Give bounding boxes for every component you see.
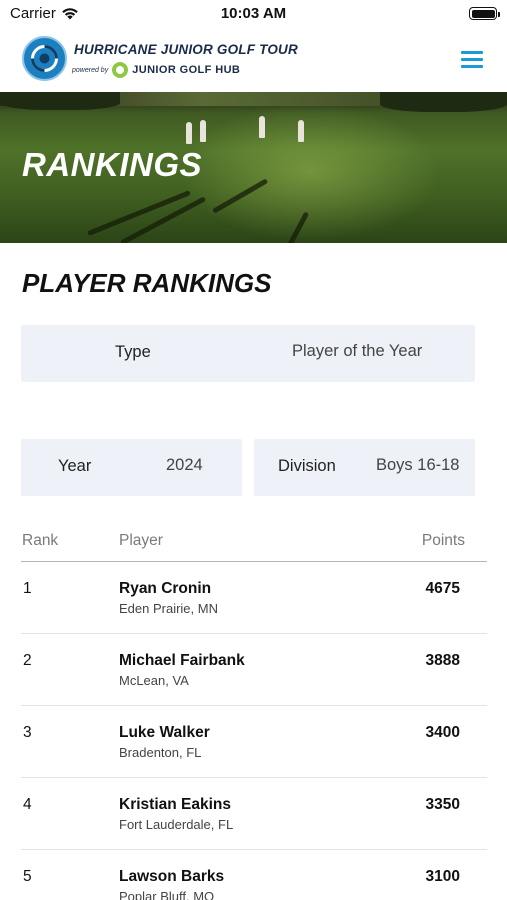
type-value: Player of the Year	[292, 342, 423, 360]
player-points: 3400	[425, 724, 460, 741]
row-rank: 2	[23, 652, 32, 669]
tree-line	[0, 92, 120, 110]
player-name[interactable]: Lawson Barks	[119, 868, 224, 886]
hub-name: JUNIOR GOLF HUB	[132, 64, 241, 76]
app-header: HURRICANE JUNIOR GOLF TOUR powered by JU…	[0, 28, 507, 92]
tour-title: HURRICANE JUNIOR GOLF TOUR	[74, 42, 298, 57]
table-row[interactable]: 5 Lawson Barks Poplar Bluff, MO 3100	[21, 850, 487, 900]
status-time: 10:03 AM	[220, 5, 287, 22]
golfer-figure	[259, 116, 265, 138]
player-location: Fort Lauderdale, FL	[119, 817, 234, 832]
type-label: Type	[115, 343, 151, 361]
column-header-player[interactable]: Player	[119, 532, 163, 550]
division-select[interactable]: Division Boys 16-18	[254, 439, 475, 496]
table-row[interactable]: 1 Ryan Cronin Eden Prairie, MN 4675	[21, 562, 487, 634]
powered-by: powered by JUNIOR GOLF HUB	[72, 62, 240, 78]
rankings-table-header: Rank Player Points	[21, 530, 487, 562]
player-points: 3350	[425, 796, 460, 813]
sunlight-glow	[180, 102, 440, 242]
player-location: Poplar Bluff, MO	[119, 889, 215, 900]
table-row[interactable]: 2 Michael Fairbank McLean, VA 3888	[21, 634, 487, 706]
hero-banner: RANKINGS	[0, 92, 507, 243]
player-points: 3888	[425, 652, 460, 669]
column-header-points[interactable]: Points	[422, 532, 465, 550]
junior-golf-hub-icon	[112, 62, 129, 78]
table-row[interactable]: 4 Kristian Eakins Fort Lauderdale, FL 33…	[21, 778, 487, 850]
row-rank: 3	[23, 724, 32, 741]
type-select[interactable]: Type Player of the Year	[21, 325, 475, 382]
year-value: 2024	[166, 456, 203, 474]
golfer-figure	[298, 120, 304, 142]
year-select[interactable]: Year 2024	[21, 439, 242, 496]
player-location: Bradenton, FL	[119, 745, 202, 760]
row-rank: 1	[23, 580, 32, 597]
hero-title: RANKINGS	[22, 146, 203, 183]
player-name[interactable]: Michael Fairbank	[119, 652, 245, 670]
player-points: 4675	[425, 580, 460, 597]
player-name[interactable]: Luke Walker	[119, 724, 210, 742]
table-row[interactable]: 3 Luke Walker Bradenton, FL 3400	[21, 706, 487, 778]
hamburger-menu-icon[interactable]	[461, 51, 483, 69]
player-points: 3100	[425, 868, 460, 885]
player-location: Eden Prairie, MN	[119, 601, 218, 616]
status-bar: Carrier 10:03 AM	[0, 0, 507, 28]
player-location: McLean, VA	[119, 673, 189, 688]
powered-by-label: powered by	[72, 66, 109, 74]
row-rank: 4	[23, 796, 32, 813]
division-value: Boys 16-18	[376, 456, 460, 474]
hurricane-logo-icon[interactable]	[22, 36, 67, 81]
player-name[interactable]: Kristian Eakins	[119, 796, 231, 814]
page-title: PLAYER RANKINGS	[22, 268, 272, 298]
golfer-figure	[200, 120, 206, 142]
golfer-figure	[186, 122, 192, 144]
column-header-rank[interactable]: Rank	[22, 532, 58, 550]
row-rank: 5	[23, 868, 32, 885]
player-name[interactable]: Ryan Cronin	[119, 580, 211, 598]
division-label: Division	[278, 457, 336, 475]
year-label: Year	[58, 457, 92, 475]
battery-icon	[469, 7, 500, 20]
